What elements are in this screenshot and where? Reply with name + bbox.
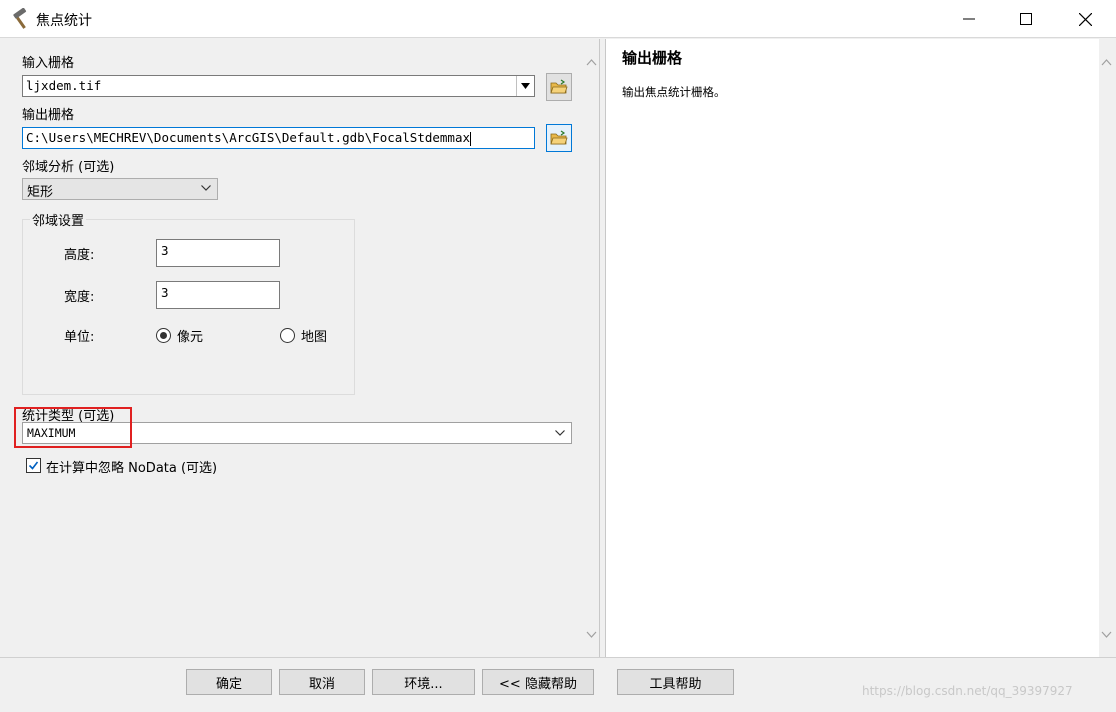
help-title: 输出栅格 bbox=[622, 49, 683, 67]
ignore-nodata-label[interactable]: 在计算中忽略 NoData (可选) bbox=[46, 457, 217, 476]
scroll-down-icon[interactable] bbox=[1101, 629, 1112, 640]
minimize-button[interactable] bbox=[946, 0, 992, 38]
output-raster-input[interactable]: C:\Users\MECHREV\Documents\ArcGIS\Defaul… bbox=[22, 127, 535, 149]
help-panel bbox=[605, 39, 1099, 657]
ignore-nodata-checkbox[interactable] bbox=[26, 458, 41, 473]
maximize-button[interactable] bbox=[1003, 0, 1049, 38]
output-raster-browse-button[interactable] bbox=[546, 124, 572, 152]
chevron-down-icon bbox=[555, 430, 565, 436]
scroll-down-icon[interactable] bbox=[586, 629, 597, 640]
environments-button[interactable]: 环境... bbox=[372, 669, 475, 695]
scroll-up-icon[interactable] bbox=[1101, 57, 1112, 68]
input-raster-value: ljxdem.tif bbox=[26, 78, 102, 93]
input-raster-browse-button[interactable] bbox=[546, 73, 572, 101]
help-description: 输出焦点统计栅格。 bbox=[622, 85, 726, 99]
neighborhood-settings-title: 邻域设置 bbox=[30, 210, 87, 229]
open-folder-icon bbox=[550, 130, 568, 145]
neighborhood-label: 邻域分析 (可选) bbox=[22, 160, 115, 175]
output-raster-label: 输出栅格 bbox=[22, 108, 75, 123]
units-cell-radio[interactable] bbox=[156, 328, 171, 343]
neighborhood-value: 矩形 bbox=[27, 185, 54, 200]
text-cursor bbox=[470, 131, 472, 146]
hammer-icon bbox=[13, 8, 27, 29]
dropdown-arrow-icon bbox=[521, 83, 530, 89]
open-folder-icon bbox=[550, 79, 568, 94]
cancel-button[interactable]: 取消 bbox=[279, 669, 365, 695]
width-label: 宽度: bbox=[64, 290, 95, 305]
close-button[interactable] bbox=[1062, 0, 1108, 38]
units-map-radio[interactable] bbox=[280, 328, 295, 343]
units-label: 单位: bbox=[64, 330, 95, 345]
help-scrollbar[interactable] bbox=[1098, 39, 1115, 657]
units-cell-label[interactable]: 像元 bbox=[177, 326, 203, 345]
width-input[interactable]: 3 bbox=[156, 281, 280, 309]
tool-help-button[interactable]: 工具帮助 bbox=[617, 669, 734, 695]
input-raster-dropdown-button[interactable] bbox=[516, 76, 534, 96]
chevron-down-icon bbox=[201, 185, 211, 191]
output-raster-value: C:\Users\MECHREV\Documents\ArcGIS\Defaul… bbox=[26, 130, 471, 145]
ok-button[interactable]: 确定 bbox=[186, 669, 272, 695]
annotation-highlight-box bbox=[14, 407, 132, 448]
watermark-text: https://blog.csdn.net/qq_39397927 bbox=[862, 684, 1073, 698]
hide-help-button[interactable]: << 隐藏帮助 bbox=[482, 669, 594, 695]
window-title: 焦点统计 bbox=[36, 13, 92, 29]
input-raster-label: 输入栅格 bbox=[22, 56, 75, 71]
units-map-label[interactable]: 地图 bbox=[301, 326, 327, 345]
parameters-scrollbar[interactable] bbox=[583, 39, 600, 657]
minimize-icon bbox=[963, 18, 975, 20]
height-label: 高度: bbox=[64, 248, 95, 263]
maximize-icon bbox=[1020, 13, 1032, 25]
scroll-up-icon[interactable] bbox=[586, 57, 597, 68]
input-raster-combo[interactable]: ljxdem.tif bbox=[22, 75, 535, 97]
close-icon bbox=[1078, 12, 1092, 26]
title-bar: 焦点统计 bbox=[0, 0, 1116, 38]
neighborhood-select[interactable]: 矩形 bbox=[22, 178, 218, 200]
checkmark-icon bbox=[28, 461, 39, 470]
height-input[interactable]: 3 bbox=[156, 239, 280, 267]
